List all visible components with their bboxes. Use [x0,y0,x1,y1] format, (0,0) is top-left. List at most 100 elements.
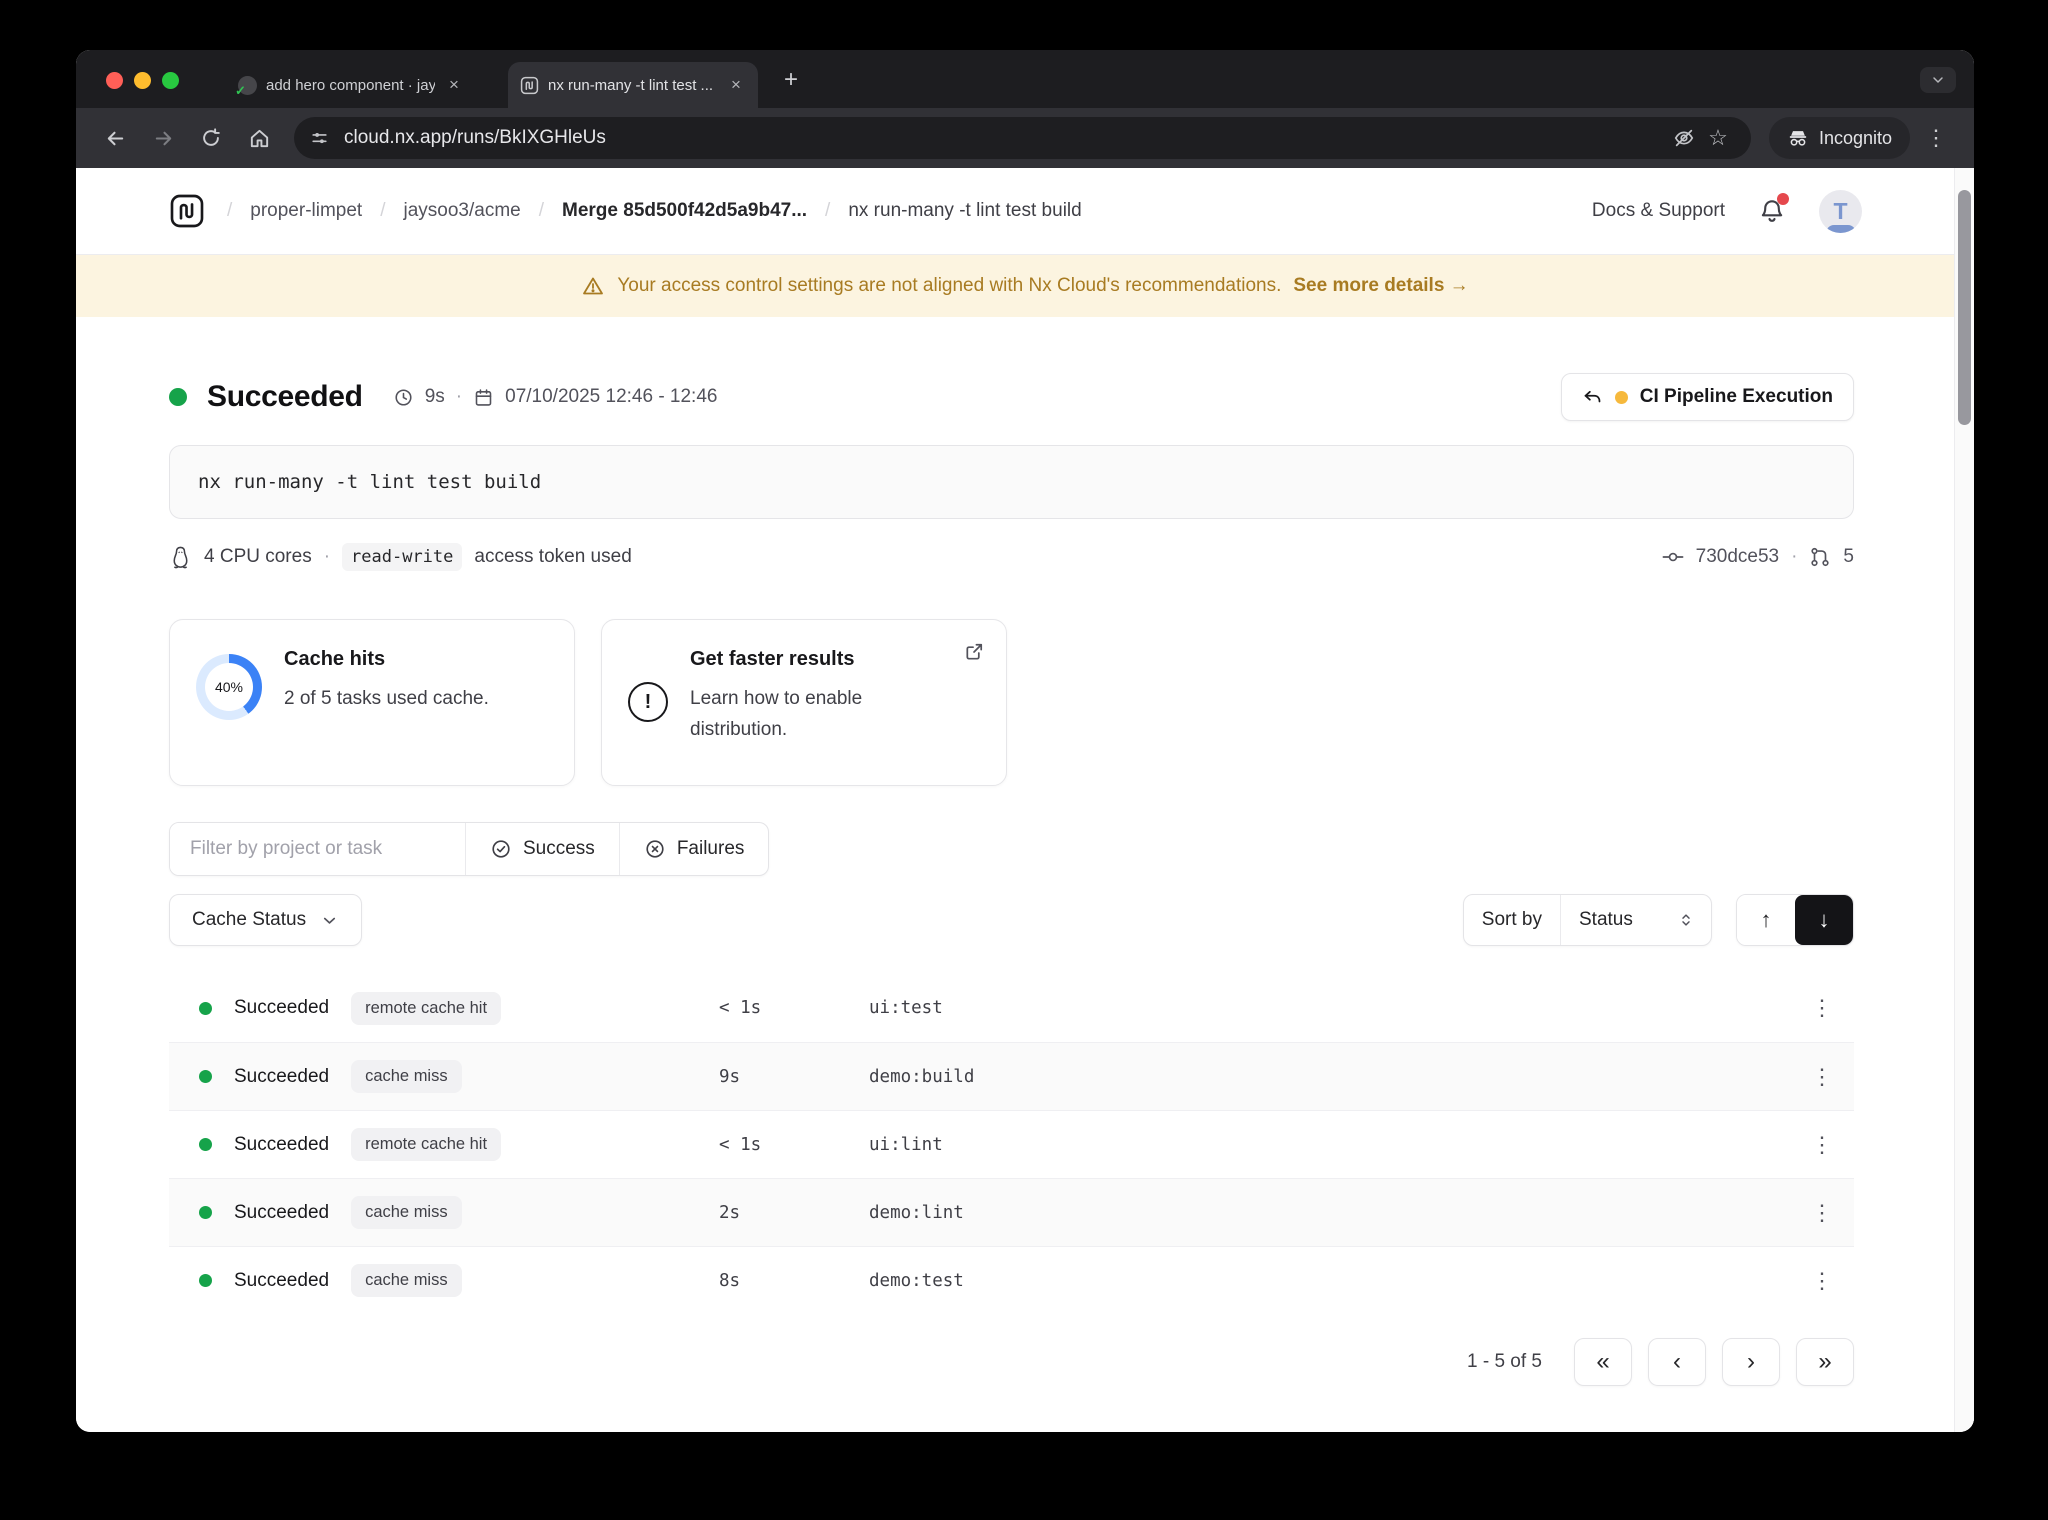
breadcrumb-commit[interactable]: Merge 85d500f42d5a9b47... [562,200,807,222]
close-tab-icon[interactable]: × [726,75,746,95]
zoom-window-button[interactable] [162,72,179,89]
cache-status-dropdown[interactable]: Cache Status [169,894,363,946]
task-name: ui:lint [869,1134,943,1155]
github-pr-favicon: ✓ [235,75,257,98]
pipeline-status-dot [1614,390,1628,404]
row-status-dot [199,1206,212,1219]
reload-button[interactable] [190,117,232,159]
cache-status-badge: cache miss [351,1196,462,1229]
eye-off-icon[interactable] [1667,121,1701,155]
row-status-dot [199,1070,212,1083]
summary-cards: 40% Cache hits 2 of 5 tasks used cache. … [169,619,1854,786]
row-status-dot [199,1001,212,1015]
table-row[interactable]: Succeeded remote cache hit < 1s ui:lint ⋮ [169,1110,1854,1178]
home-button[interactable] [238,117,280,159]
run-detail: Succeeded 9s · 07/10/2025 12:46 - 12:46 … [76,317,1974,1432]
filter-input[interactable] [170,823,466,875]
sort-descending-button[interactable]: ↓ [1795,895,1853,945]
pagination: 1 - 5 of 5 « ‹ › » [169,1338,1854,1386]
url-text: cloud.nx.app/runs/BkIXGHleUs [344,127,606,148]
row-status-dot [199,1138,212,1151]
undo-icon [1584,390,1601,402]
close-tab-icon[interactable]: × [444,75,464,95]
row-menu-button[interactable]: ⋮ [1790,1268,1854,1294]
browser-menu-button[interactable]: ⋮ [1916,118,1956,158]
close-window-button[interactable] [106,72,123,89]
clock-icon [395,388,412,406]
task-name: demo:build [869,1066,975,1087]
next-page-button[interactable]: › [1722,1338,1780,1386]
access-token-text: access token used [474,546,632,567]
task-duration: < 1s [719,1134,762,1155]
row-menu-button[interactable]: ⋮ [1790,1064,1854,1090]
notifications-bell-icon[interactable] [1757,193,1789,226]
chevron-down-icon [323,917,336,924]
app-header: / proper-limpet / jaysoo3/acme / Merge 8… [76,168,1974,255]
breadcrumb-repo[interactable]: jaysoo3/acme [404,200,521,222]
sort-direction-toggle: ↑ ↓ [1736,894,1854,946]
scrollbar-thumb[interactable] [1958,190,1971,425]
vcs-count[interactable]: 5 [1843,546,1854,568]
tab-search-button[interactable] [1920,67,1956,93]
commit-sha[interactable]: 730dce53 [1696,546,1779,568]
row-menu-button[interactable]: ⋮ [1790,995,1854,1021]
distribution-card[interactable]: ! Get faster results Learn how to enable… [601,619,1007,786]
table-row[interactable]: Succeeded cache miss 2s demo:lint ⋮ [169,1178,1854,1246]
run-status-heading: Succeeded [207,380,363,413]
task-duration: 9s [719,1066,741,1087]
cpu-cores-text: 4 CPU cores [204,546,312,567]
filter-failures-button[interactable]: Failures [620,823,769,875]
user-avatar[interactable]: T [1819,189,1862,233]
cache-status-badge: cache miss [351,1264,462,1297]
previous-page-button[interactable]: ‹ [1648,1338,1706,1386]
table-row[interactable]: Succeeded cache miss 8s demo:test ⋮ [169,1246,1854,1314]
back-button[interactable] [94,117,136,159]
browser-toolbar: cloud.nx.app/runs/BkIXGHleUs ☆ Incognito… [76,108,1974,168]
banner-see-more-link[interactable]: See more details → [1293,275,1468,297]
tab-strip: ✓ add hero component · jaysoo × nx run-m… [76,50,1974,108]
new-tab-button[interactable]: + [776,65,806,95]
run-date-range: 07/10/2025 12:46 - 12:46 [505,386,718,407]
bookmark-star-icon[interactable]: ☆ [1701,121,1735,155]
sort-field-select[interactable]: Status [1561,895,1711,945]
row-menu-button[interactable]: ⋮ [1790,1200,1854,1226]
table-row[interactable]: Succeeded cache miss 9s demo:build ⋮ [169,1042,1854,1110]
forward-button[interactable] [142,117,184,159]
minimize-window-button[interactable] [134,72,151,89]
breadcrumb-org[interactable]: proper-limpet [250,200,362,222]
external-link-icon[interactable] [963,640,986,663]
url-bar[interactable]: cloud.nx.app/runs/BkIXGHleUs ☆ [294,117,1751,159]
select-updown-icon [1682,914,1690,926]
docs-support-link[interactable]: Docs & Support [1592,200,1725,222]
ci-pipeline-execution-button[interactable]: CI Pipeline Execution [1560,373,1854,421]
browser-window: ✓ add hero component · jaysoo × nx run-m… [76,50,1974,1432]
breadcrumb: / proper-limpet / jaysoo3/acme / Merge 8… [227,200,1082,222]
x-circle-icon [646,840,664,858]
first-page-button[interactable]: « [1574,1338,1632,1386]
incognito-badge: Incognito [1768,117,1910,159]
site-settings-icon[interactable] [304,123,334,153]
tab-nx-cloud-run[interactable]: nx run-many -t lint test ... fro × [508,62,758,108]
access-control-banner: Your access control settings are not ali… [76,255,1974,317]
sort-by-group: Sort by Status [1462,894,1712,946]
cache-percent-label: 40% [214,679,244,695]
pagination-label: 1 - 5 of 5 [1467,1351,1542,1372]
row-menu-button[interactable]: ⋮ [1790,1132,1854,1158]
commit-icon [1662,552,1684,562]
last-page-button[interactable]: » [1796,1338,1854,1386]
distribution-body: Learn how to enable distribution. [690,688,863,741]
nx-cloud-logo[interactable] [169,193,205,229]
task-name: demo:test [869,1270,964,1291]
sort-ascending-button[interactable]: ↑ [1737,895,1795,945]
run-duration: 9s [424,386,445,407]
cache-hits-card: 40% Cache hits 2 of 5 tasks used cache. [169,619,575,786]
tab-title: nx run-many -t lint test ... fro [548,76,717,94]
tab-github-pr[interactable]: ✓ add hero component · jaysoo × [226,62,476,108]
task-filter-group: Success Failures [169,822,770,876]
table-row[interactable]: Succeeded remote cache hit < 1s ui:test ⋮ [169,974,1854,1042]
distribution-title: Get faster results [690,648,855,670]
filter-success-button[interactable]: Success [466,823,620,875]
incognito-icon [1789,131,1807,146]
breadcrumb-run[interactable]: nx run-many -t lint test build [848,200,1081,222]
cache-hits-donut: 40% [196,654,262,720]
